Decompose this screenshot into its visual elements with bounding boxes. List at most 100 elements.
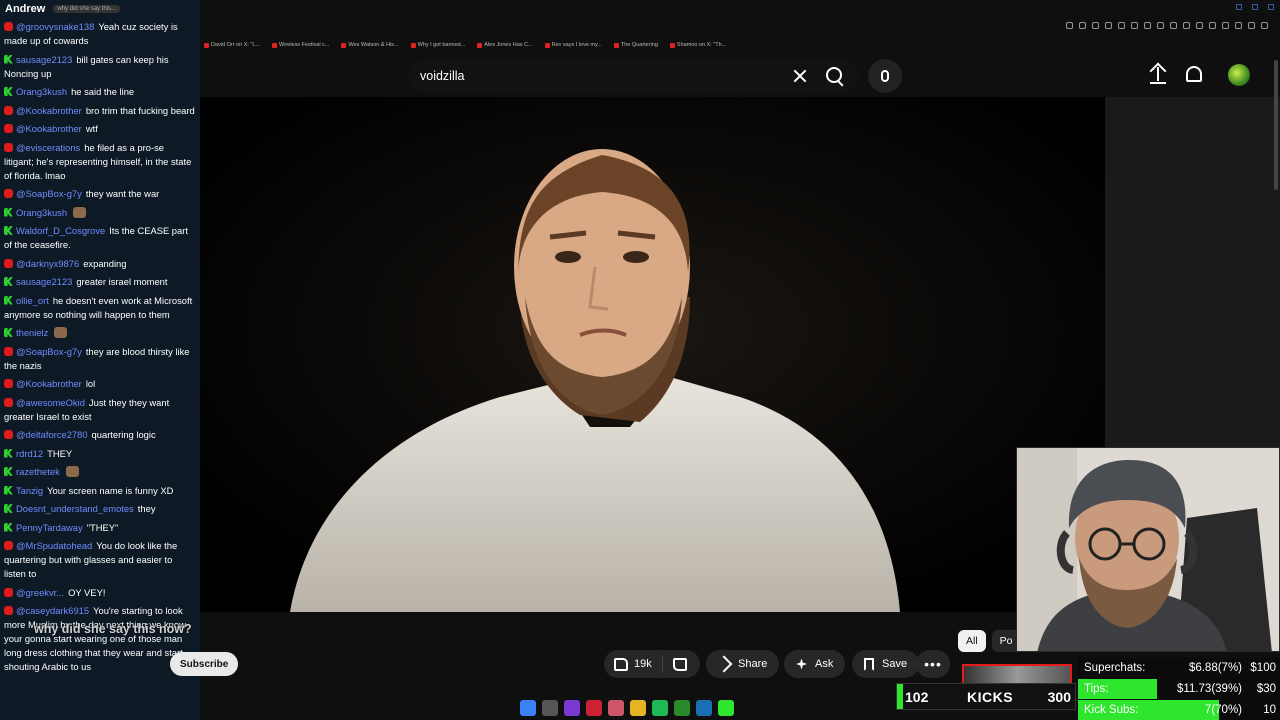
chat-username[interactable]: @Kookabrother (16, 378, 82, 389)
extension-icon[interactable] (1248, 22, 1255, 29)
taskbar-search-icon[interactable] (542, 700, 558, 716)
chat-username[interactable]: @Kookabrother (16, 123, 82, 134)
bookmark-item[interactable]: David Orr on X: "L... (204, 42, 260, 48)
kick-icon[interactable] (718, 700, 734, 716)
extension-icon[interactable] (1118, 22, 1125, 29)
chat-username[interactable]: @groovysnake138 (16, 21, 94, 32)
thumbs-down-icon (672, 657, 687, 671)
more-actions-button[interactable]: ••• (916, 650, 950, 678)
chat-username[interactable]: thenielz (16, 327, 48, 338)
chat-message: sausage2123 bill gates can keep his Nonci… (4, 53, 196, 81)
share-button[interactable]: Share (706, 650, 780, 678)
chat-username[interactable]: @Kookabrother (16, 105, 82, 116)
chat-username[interactable]: @deltaforce2780 (16, 429, 88, 440)
extension-icon[interactable] (1222, 22, 1229, 29)
chat-username[interactable]: Waldorf_D_Cosgrove (16, 225, 105, 236)
extension-icon[interactable] (1157, 22, 1164, 29)
chat-text: they want the war (85, 188, 160, 199)
chat-username[interactable]: @eviscerations (16, 142, 80, 153)
chat-username[interactable]: razethetek (16, 466, 60, 477)
youtube-icon (4, 189, 13, 198)
spotify-icon[interactable] (652, 700, 668, 716)
extension-icon[interactable] (1144, 22, 1151, 29)
video-frame (200, 97, 1105, 612)
chat-username[interactable]: sausage2123 (16, 276, 72, 287)
chat-message: @eviscerations he filed as a pro-se litig… (4, 141, 196, 183)
chat-username[interactable]: @MrSpudatohead (16, 540, 92, 551)
extension-icon[interactable] (1170, 22, 1177, 29)
extension-icon[interactable] (1183, 22, 1190, 29)
chat-username[interactable]: @caseydark6915 (16, 605, 89, 616)
folder-icon[interactable] (630, 700, 646, 716)
chat-message: Doesnt_understand_emotes they (4, 502, 196, 516)
bookmark-item[interactable]: Why I got banned... (410, 42, 465, 48)
chat-username[interactable]: Orang3kush (16, 207, 67, 218)
bookmark-item[interactable]: Alex Jones Has C... (477, 42, 533, 48)
bookmark-item[interactable]: The Quartering (613, 42, 658, 48)
maximize-icon[interactable] (1252, 4, 1258, 10)
dislike-button[interactable] (663, 657, 697, 671)
chat-message: @MrSpudatohead You do look like the quart… (4, 539, 196, 581)
stat-label: Tips: (1084, 683, 1109, 695)
extension-icon[interactable] (1079, 22, 1086, 29)
taskbar-app-icon[interactable] (564, 700, 580, 716)
search-icon[interactable] (824, 65, 846, 87)
windows-start-icon[interactable] (520, 700, 536, 716)
extension-icon[interactable] (1235, 22, 1242, 29)
thumbs-up-icon (614, 657, 628, 671)
chat-username[interactable]: @SoapBox-g7y (16, 188, 82, 199)
taskbar-app-icon[interactable] (608, 700, 624, 716)
search-box[interactable]: voidzilla (408, 59, 858, 93)
extension-icon[interactable] (1209, 22, 1216, 29)
zoom-icon[interactable] (1066, 22, 1073, 29)
bookmark-item[interactable]: Shamoo on X: "Th... (669, 42, 726, 48)
extension-icons[interactable] (1066, 22, 1268, 29)
extension-icon[interactable] (1105, 22, 1112, 29)
page-scrollbar[interactable] (1274, 60, 1278, 190)
extension-icon[interactable] (1261, 22, 1268, 29)
chat-username[interactable]: @awesomeOkid (16, 397, 85, 408)
chat-message: Orang3kush (4, 206, 196, 220)
upload-icon-base (1150, 82, 1166, 84)
chat-username[interactable]: @darknyx9876 (16, 258, 79, 269)
chat-username[interactable]: Doesnt_understand_emotes (16, 503, 134, 514)
minimize-icon[interactable] (1236, 4, 1242, 10)
chat-username[interactable]: ollie_ort (16, 295, 49, 306)
kick-icon (4, 328, 13, 337)
extension-icon[interactable] (1092, 22, 1099, 29)
chat-username[interactable]: PennyTardaway (16, 522, 83, 533)
extension-icon[interactable] (1196, 22, 1203, 29)
chat-username[interactable]: Orang3kush (16, 86, 67, 97)
chat-username[interactable]: @greekvr... (16, 587, 64, 598)
close-window-icon[interactable] (1268, 4, 1274, 10)
window-controls[interactable] (1236, 4, 1274, 10)
subscribe-button[interactable]: Subscribe (170, 652, 239, 676)
chat-username[interactable]: Tanzig (16, 485, 43, 496)
bookmark-item[interactable]: Rev says I love my... (544, 42, 602, 48)
chat-text: he said the line (71, 86, 135, 97)
chat-username[interactable]: rdrd12 (16, 448, 43, 459)
account-avatar[interactable] (1228, 64, 1250, 86)
search-input[interactable]: voidzilla (420, 69, 790, 83)
chat-message: @awesomeOkid Just they they want greater … (4, 396, 196, 424)
ask-button[interactable]: Ask (784, 650, 846, 678)
emote-icon (54, 327, 68, 338)
video-title-overlay: why did she say this now? (34, 622, 192, 636)
extension-icon[interactable] (1131, 22, 1138, 29)
clear-search-icon[interactable] (790, 66, 810, 86)
bookmark-item[interactable]: Wes Watson & His... (341, 42, 399, 48)
chat-username[interactable]: sausage2123 (16, 54, 72, 65)
save-button[interactable]: Save (852, 650, 920, 678)
chat-username[interactable]: @SoapBox-g7y (16, 346, 82, 357)
video-player[interactable] (200, 97, 1105, 612)
notifications-bell-icon[interactable] (1186, 66, 1202, 82)
like-button[interactable]: 19k (604, 655, 663, 673)
bookmark-item[interactable]: Wireless Festival c... (272, 42, 329, 48)
taskbar-app-icon[interactable] (586, 700, 602, 716)
xbox-icon[interactable] (674, 700, 690, 716)
bookmarks-bar: David Orr on X: "L... Wireless Festival c… (200, 38, 726, 52)
chat-header: Andrew why did she say this... (0, 0, 200, 18)
voice-search-button[interactable] (868, 59, 902, 93)
chip-all[interactable]: All (958, 630, 986, 652)
steam-icon[interactable] (696, 700, 712, 716)
